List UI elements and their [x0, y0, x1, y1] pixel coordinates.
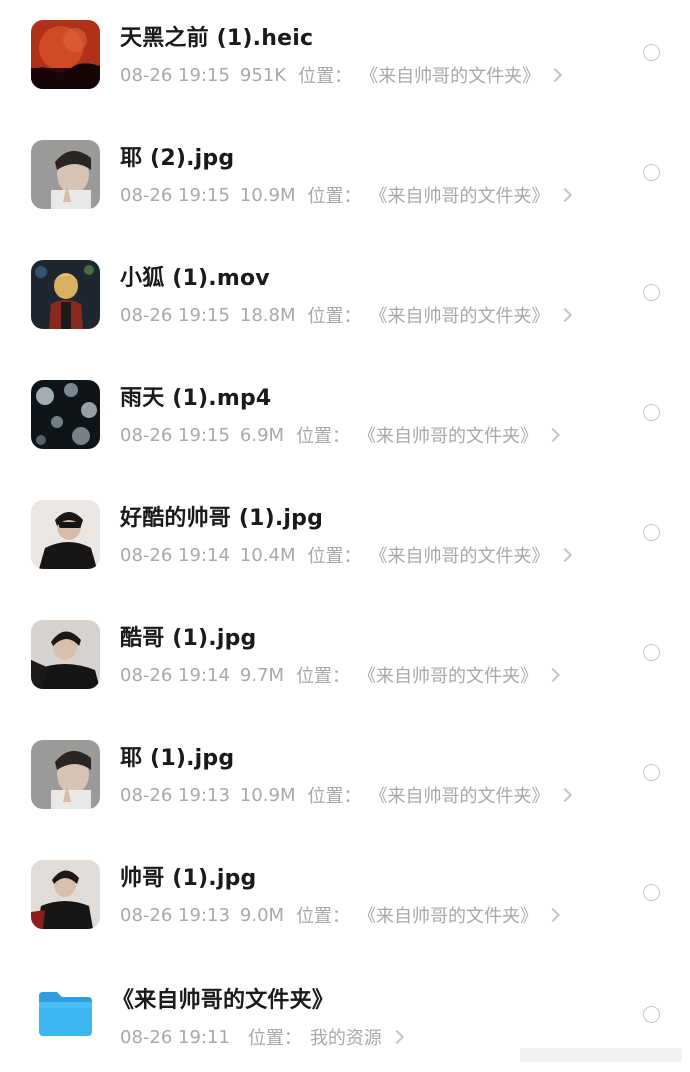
- file-row[interactable]: 耶 (2).jpg 08-26 19:15 10.9M 位置： 《来自帅哥的文件…: [0, 120, 690, 240]
- select-radio[interactable]: [643, 164, 660, 181]
- file-size: 10.4M: [239, 544, 296, 566]
- file-date: 08-26 19:15: [120, 184, 230, 206]
- folder-meta: 08-26 19:11 位置： 我的资源: [120, 1024, 404, 1050]
- select-radio[interactable]: [643, 884, 660, 901]
- file-name: 雨天 (1).mp4: [120, 386, 272, 411]
- file-date: 08-26 19:13: [120, 784, 230, 806]
- chevron-right-icon: [557, 787, 572, 803]
- file-list: 天黑之前 (1).heic 08-26 19:15 951K 位置： 《来自帅哥…: [0, 0, 690, 1072]
- select-radio[interactable]: [643, 44, 660, 61]
- file-size: 951K: [239, 64, 287, 86]
- file-size: 18.8M: [239, 304, 296, 326]
- file-thumbnail-portrait: [31, 500, 100, 569]
- file-thumbnail-portrait: [31, 740, 100, 809]
- file-meta: 08-26 19:15 10.9M 位置： 《来自帅哥的文件夹》: [120, 182, 572, 208]
- file-name: 帅哥 (1).jpg: [120, 866, 257, 891]
- file-thumbnail-portrait: [31, 860, 100, 929]
- file-name: 耶 (1).jpg: [120, 746, 235, 771]
- file-meta: 08-26 19:13 10.9M 位置： 《来自帅哥的文件夹》: [120, 782, 572, 808]
- chevron-right-icon: [545, 427, 561, 443]
- location-label: 位置：: [307, 546, 362, 567]
- location-link[interactable]: 《来自帅哥的文件夹》: [358, 662, 538, 688]
- location-link[interactable]: 《来自帅哥的文件夹》: [370, 302, 550, 328]
- file-meta: 08-26 19:13 9.0M 位置： 《来自帅哥的文件夹》: [120, 902, 561, 928]
- file-date: 08-26 19:15: [120, 304, 230, 326]
- file-row[interactable]: 天黑之前 (1).heic 08-26 19:15 951K 位置： 《来自帅哥…: [0, 0, 690, 120]
- location-label: 位置：: [247, 1028, 302, 1049]
- file-date: 08-26 19:15: [120, 64, 230, 86]
- file-meta: 08-26 19:15 951K 位置： 《来自帅哥的文件夹》: [120, 62, 563, 88]
- file-meta: 08-26 19:14 10.4M 位置： 《来自帅哥的文件夹》: [120, 542, 572, 568]
- file-thumbnail-sunset: [31, 20, 100, 89]
- file-name: 好酷的帅哥 (1).jpg: [120, 506, 324, 531]
- file-meta: 08-26 19:14 9.7M 位置： 《来自帅哥的文件夹》: [120, 662, 561, 688]
- file-name: 天黑之前 (1).heic: [120, 26, 314, 51]
- location-link[interactable]: 《来自帅哥的文件夹》: [360, 62, 540, 88]
- folder-date: 08-26 19:11: [120, 1026, 230, 1048]
- file-thumbnail-video: [31, 260, 100, 329]
- file-size: 9.7M: [239, 664, 285, 686]
- file-row[interactable]: 耶 (1).jpg 08-26 19:13 10.9M 位置： 《来自帅哥的文件…: [0, 720, 690, 840]
- chevron-right-icon: [545, 907, 561, 923]
- location-link[interactable]: 《来自帅哥的文件夹》: [358, 902, 538, 928]
- file-row[interactable]: 帅哥 (1).jpg 08-26 19:13 9.0M 位置： 《来自帅哥的文件…: [0, 840, 690, 960]
- select-radio[interactable]: [643, 644, 660, 661]
- chevron-right-icon: [557, 307, 572, 323]
- file-size: 6.9M: [239, 424, 285, 446]
- select-radio[interactable]: [643, 284, 660, 301]
- location-label: 位置：: [296, 906, 351, 927]
- file-size: 10.9M: [239, 784, 296, 806]
- file-row[interactable]: 好酷的帅哥 (1).jpg 08-26 19:14 10.4M 位置： 《来自帅…: [0, 480, 690, 600]
- file-thumbnail-video: [31, 380, 100, 449]
- file-meta: 08-26 19:15 18.8M 位置： 《来自帅哥的文件夹》: [120, 302, 572, 328]
- location-label: 位置：: [298, 66, 353, 87]
- select-radio[interactable]: [643, 524, 660, 541]
- file-row[interactable]: 酷哥 (1).jpg 08-26 19:14 9.7M 位置： 《来自帅哥的文件…: [0, 600, 690, 720]
- file-thumbnail-portrait: [31, 140, 100, 209]
- location-label: 位置：: [296, 426, 351, 447]
- select-radio[interactable]: [643, 764, 660, 781]
- location-link[interactable]: 《来自帅哥的文件夹》: [370, 782, 550, 808]
- location-label: 位置：: [307, 786, 362, 807]
- location-link[interactable]: 《来自帅哥的文件夹》: [370, 542, 550, 568]
- watermark: [520, 1046, 682, 1064]
- file-row[interactable]: 雨天 (1).mp4 08-26 19:15 6.9M 位置： 《来自帅哥的文件…: [0, 360, 690, 480]
- folder-icon: [31, 980, 100, 1049]
- file-name: 酷哥 (1).jpg: [120, 626, 257, 651]
- chevron-right-icon: [557, 547, 572, 563]
- file-name: 小狐 (1).mov: [120, 266, 270, 291]
- location-link[interactable]: 《来自帅哥的文件夹》: [358, 422, 538, 448]
- location-label: 位置：: [296, 666, 351, 687]
- file-date: 08-26 19:13: [120, 904, 230, 926]
- location-label: 位置：: [307, 186, 362, 207]
- location-link[interactable]: 我的资源: [310, 1024, 382, 1050]
- select-radio[interactable]: [643, 404, 660, 421]
- file-row[interactable]: 小狐 (1).mov 08-26 19:15 18.8M 位置： 《来自帅哥的文…: [0, 240, 690, 360]
- file-date: 08-26 19:15: [120, 424, 230, 446]
- file-name: 耶 (2).jpg: [120, 146, 235, 171]
- chevron-right-icon: [557, 187, 572, 203]
- file-size: 9.0M: [239, 904, 285, 926]
- folder-name: 《来自帅哥的文件夹》: [112, 988, 335, 1013]
- chevron-right-icon: [389, 1029, 404, 1045]
- file-size: 10.9M: [239, 184, 296, 206]
- location-label: 位置：: [307, 306, 362, 327]
- file-date: 08-26 19:14: [120, 664, 230, 686]
- select-radio[interactable]: [643, 1006, 660, 1023]
- location-link[interactable]: 《来自帅哥的文件夹》: [370, 182, 550, 208]
- file-date: 08-26 19:14: [120, 544, 230, 566]
- chevron-right-icon: [545, 667, 561, 683]
- chevron-right-icon: [548, 67, 563, 83]
- file-thumbnail-portrait: [31, 620, 100, 689]
- file-meta: 08-26 19:15 6.9M 位置： 《来自帅哥的文件夹》: [120, 422, 561, 448]
